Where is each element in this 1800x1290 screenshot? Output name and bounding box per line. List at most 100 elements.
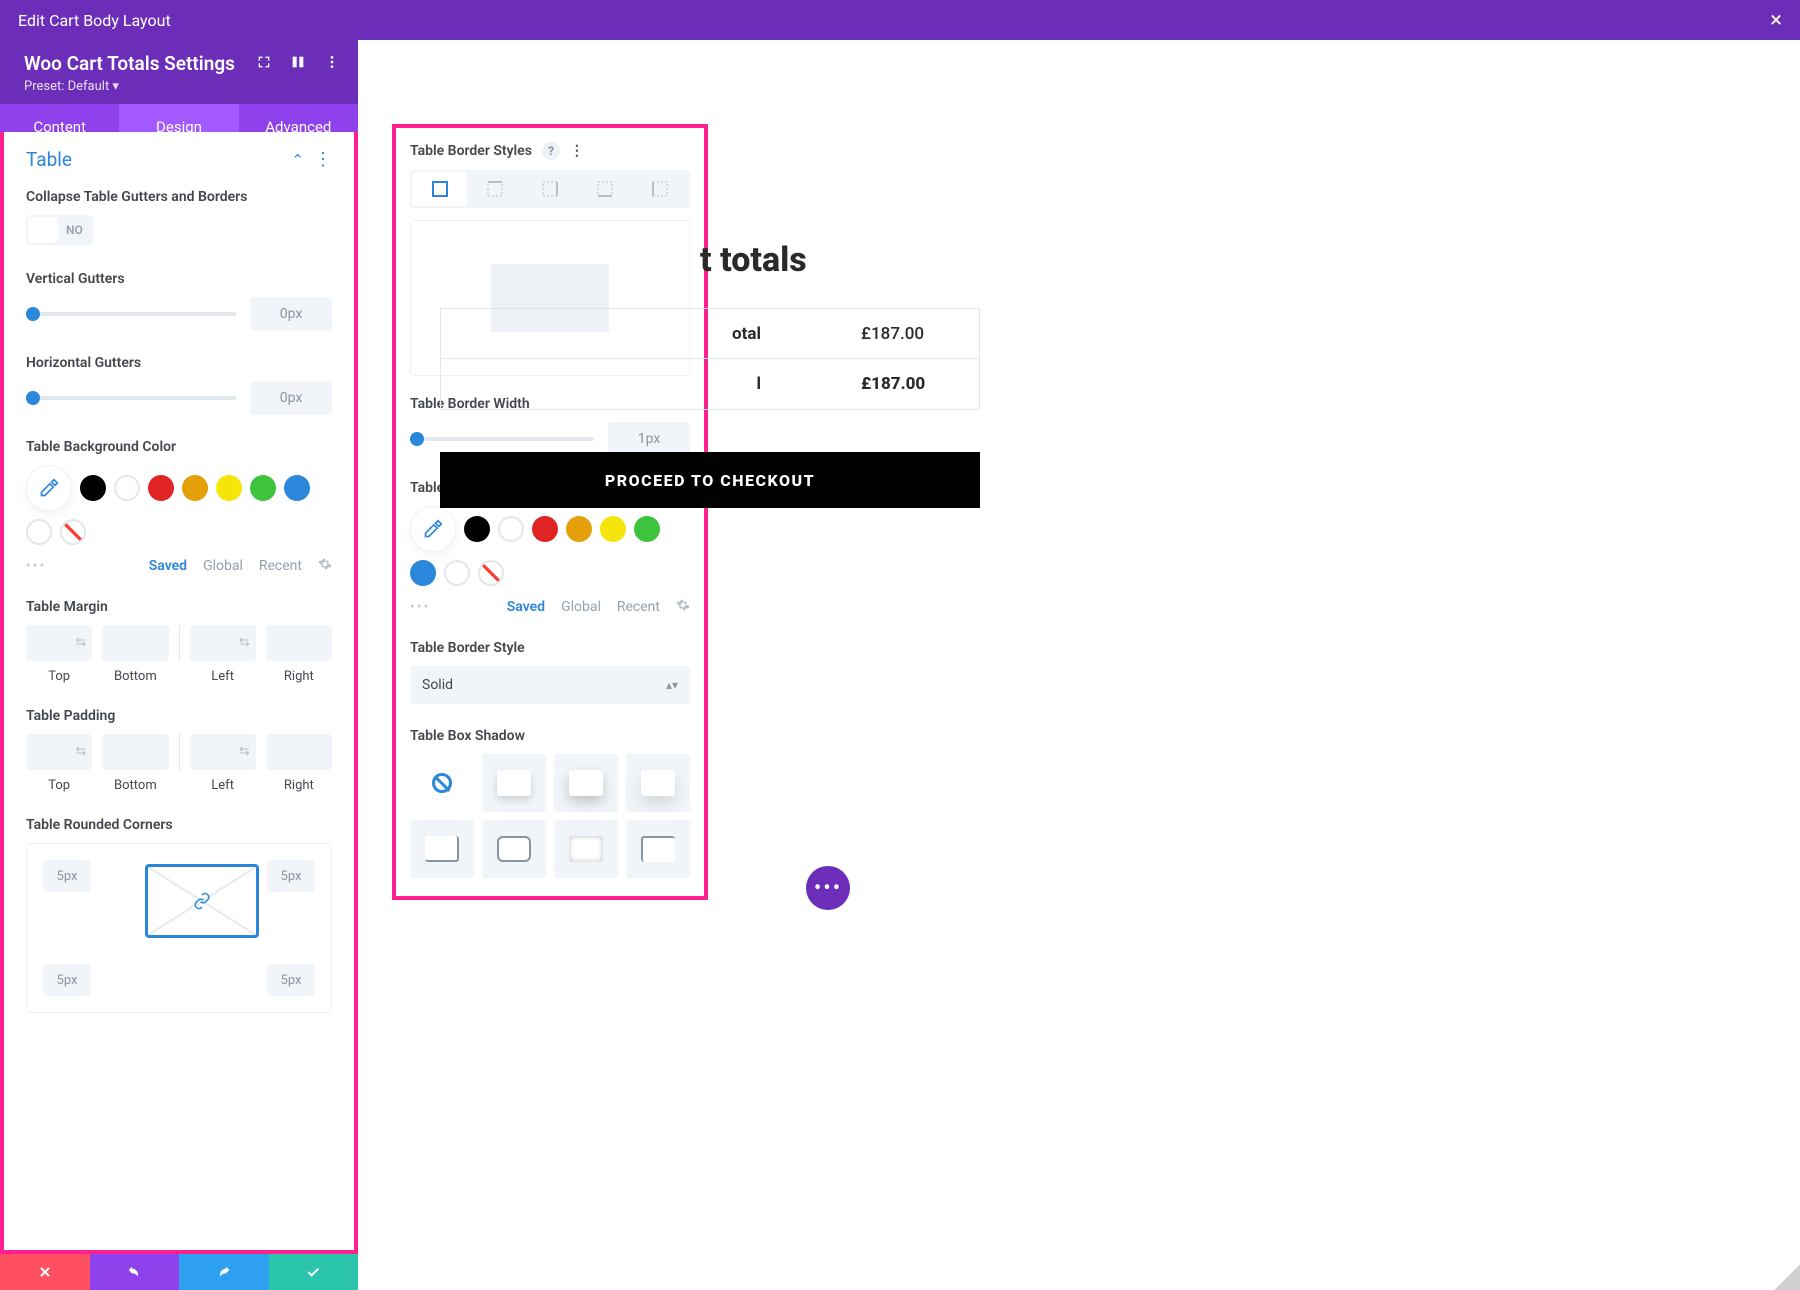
cart-title: t totals: [700, 240, 980, 280]
margin-inputs: ⇆Top Bottom ⇆Left Right: [26, 625, 332, 684]
swatch-blue[interactable]: [410, 560, 436, 586]
color-source-tabs: ••• Saved Global Recent: [410, 598, 690, 616]
collapse-toggle[interactable]: NO: [26, 215, 93, 245]
border-top-tab[interactable]: [467, 172, 522, 206]
color-tab-global[interactable]: Global: [561, 599, 601, 615]
swatch-yellow[interactable]: [216, 475, 242, 501]
columns-icon[interactable]: [290, 54, 306, 74]
save-button[interactable]: [269, 1254, 359, 1290]
padding-left-input[interactable]: ⇆: [190, 734, 256, 770]
swatch-green[interactable]: [250, 475, 276, 501]
kebab-icon[interactable]: [324, 54, 340, 74]
link-icon[interactable]: ⇆: [75, 635, 86, 650]
cancel-button[interactable]: [0, 1254, 90, 1290]
swatch-orange[interactable]: [182, 475, 208, 501]
border-style-label: Table Border Style: [410, 640, 690, 656]
vgutters-slider[interactable]: [26, 312, 236, 316]
color-tab-saved[interactable]: Saved: [149, 558, 187, 574]
hgutters-slider[interactable]: [26, 396, 236, 400]
swatch-blue[interactable]: [284, 475, 310, 501]
margin-left-input[interactable]: ⇆: [190, 625, 256, 661]
swatch-white[interactable]: [498, 516, 524, 542]
swatch-empty[interactable]: [26, 519, 52, 545]
swatch-red[interactable]: [532, 516, 558, 542]
color-tab-recent[interactable]: Recent: [259, 558, 302, 574]
link-icon[interactable]: ⇆: [75, 744, 86, 759]
shadow-none[interactable]: [410, 754, 474, 812]
padding-bottom-input[interactable]: [102, 734, 168, 770]
swatch-red[interactable]: [148, 475, 174, 501]
gear-icon[interactable]: [676, 598, 690, 616]
eyedropper-icon[interactable]: [26, 465, 72, 511]
shadow-opt-4[interactable]: [410, 820, 474, 878]
undo-button[interactable]: [90, 1254, 180, 1290]
shadow-opt-5[interactable]: [482, 820, 546, 878]
preset-label[interactable]: Preset: Default ▾: [24, 79, 334, 94]
link-icon[interactable]: ⇆: [239, 744, 250, 759]
corner-tl-input[interactable]: 5px: [43, 860, 91, 892]
corners-preview[interactable]: [145, 864, 259, 938]
checkout-button[interactable]: PROCEED TO CHECKOUT: [440, 452, 980, 508]
corner-br-input[interactable]: 5px: [267, 964, 315, 996]
margin-bottom-input[interactable]: [102, 625, 168, 661]
link-icon[interactable]: ⇆: [239, 635, 250, 650]
color-tab-global[interactable]: Global: [203, 558, 243, 574]
corners-label: Table Rounded Corners: [26, 817, 332, 833]
corner-tr-input[interactable]: 5px: [267, 860, 315, 892]
swatch-yellow[interactable]: [600, 516, 626, 542]
swatch-black[interactable]: [464, 516, 490, 542]
collapse-label: Collapse Table Gutters and Borders: [26, 189, 332, 205]
cart-subtotal-value: £187.00: [761, 324, 959, 344]
hgutters-value[interactable]: 0px: [250, 381, 332, 415]
border-styles-title: Table Border Styles: [410, 143, 532, 159]
section-header[interactable]: Table ⌃ ⋮: [26, 148, 332, 171]
box-shadow-label: Table Box Shadow: [410, 728, 690, 744]
margin-right-input[interactable]: [266, 625, 332, 661]
title-bar-text: Edit Cart Body Layout: [18, 11, 171, 30]
shadow-opt-7[interactable]: [626, 820, 690, 878]
padding-top-input[interactable]: ⇆: [26, 734, 92, 770]
vgutters-value[interactable]: 0px: [250, 297, 332, 331]
border-right-tab[interactable]: [522, 172, 577, 206]
swatch-none[interactable]: [60, 519, 86, 545]
color-tab-recent[interactable]: Recent: [617, 599, 660, 615]
fab-more-icon[interactable]: •••: [806, 866, 850, 910]
resize-handle-icon[interactable]: [1774, 1264, 1800, 1290]
section-kebab-icon[interactable]: ⋮: [314, 151, 332, 169]
shadow-opt-6[interactable]: [554, 820, 618, 878]
help-icon[interactable]: ?: [542, 142, 560, 160]
swatch-green[interactable]: [634, 516, 660, 542]
border-left-tab[interactable]: [633, 172, 688, 206]
expand-icon[interactable]: [256, 54, 272, 74]
cart-subtotal-label: otal: [461, 324, 761, 344]
border-style-select[interactable]: Solid ▴▾: [410, 666, 690, 704]
swatch-orange[interactable]: [566, 516, 592, 542]
swatch-white[interactable]: [114, 475, 140, 501]
redo-button[interactable]: [179, 1254, 269, 1290]
eyedropper-icon[interactable]: [410, 506, 456, 552]
collapse-icon[interactable]: ⌃: [291, 151, 304, 169]
close-icon[interactable]: ×: [1770, 8, 1782, 33]
padding-right-input[interactable]: [266, 734, 332, 770]
border-all-tab[interactable]: [412, 172, 467, 206]
swatch-none[interactable]: [478, 560, 504, 586]
corner-bl-input[interactable]: 5px: [43, 964, 91, 996]
toggle-knob: [28, 217, 58, 243]
shadow-opt-1[interactable]: [482, 754, 546, 812]
section-title: Table: [26, 148, 72, 171]
more-dots-icon[interactable]: •••: [410, 599, 430, 615]
box-shadow-options: [410, 754, 690, 878]
color-tab-saved[interactable]: Saved: [507, 599, 545, 615]
shadow-opt-2[interactable]: [554, 754, 618, 812]
kebab-icon[interactable]: ⋮: [570, 143, 584, 159]
more-dots-icon[interactable]: •••: [26, 558, 46, 574]
color-source-tabs: ••• Saved Global Recent: [26, 557, 332, 575]
swatch-black[interactable]: [80, 475, 106, 501]
border-bottom-tab[interactable]: [578, 172, 633, 206]
swatch-empty[interactable]: [444, 560, 470, 586]
toggle-value: NO: [58, 223, 91, 237]
shadow-opt-3[interactable]: [626, 754, 690, 812]
cart-total-label: l: [461, 374, 761, 394]
margin-top-input[interactable]: ⇆: [26, 625, 92, 661]
gear-icon[interactable]: [318, 557, 332, 575]
